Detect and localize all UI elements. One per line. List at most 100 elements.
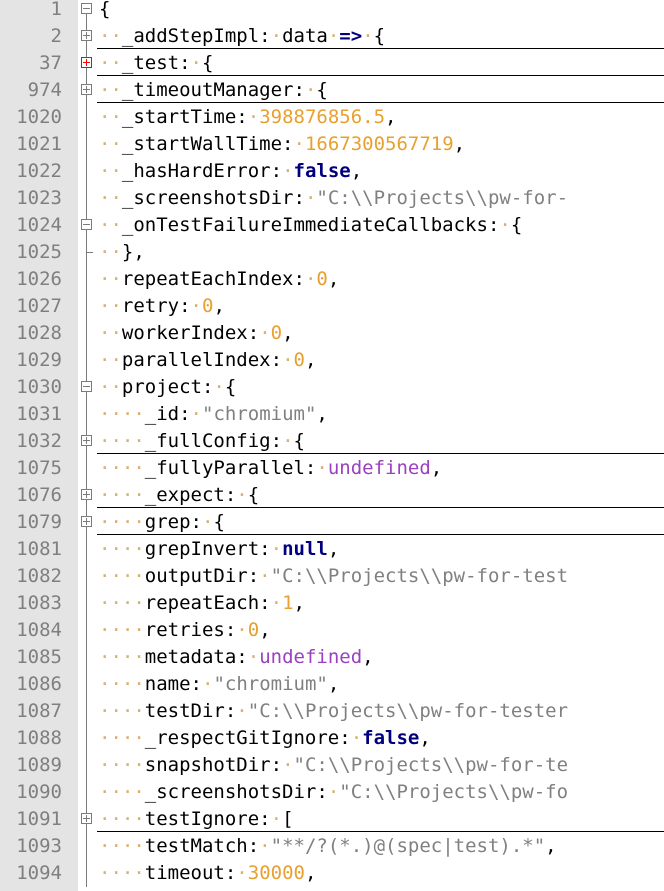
code-line[interactable]: 1090 ····_screenshotsDir:·"C:\\Projects\\… xyxy=(0,779,664,806)
code-token: _timeoutManager xyxy=(121,79,294,101)
code-line[interactable]: 1089 ····snapshotDir:·"C:\\Projects\\pw-f… xyxy=(0,752,664,779)
code-line[interactable]: 1021 ··_startWallTime:·1667300567719, xyxy=(0,131,664,158)
indent-whitespace: ···· xyxy=(99,673,145,695)
fold-expand-icon[interactable] xyxy=(81,30,92,41)
indent-whitespace: ·· xyxy=(99,160,122,182)
code-token: : xyxy=(190,673,202,695)
code-line[interactable]: 1093 ····testMatch:·"**/?(*.)@(spec|test)… xyxy=(0,833,664,860)
code-line[interactable]: 1025 ··}, xyxy=(0,239,664,266)
code-line[interactable]: 1020 ··_startTime:·398876856.5, xyxy=(0,104,664,131)
collapsed-fold-line xyxy=(97,75,664,76)
fold-expand-icon[interactable] xyxy=(81,516,92,527)
code-token: , xyxy=(545,835,557,857)
fold-expand-icon[interactable] xyxy=(81,435,92,446)
code-line[interactable]: 1081 ····grepInvert:·null, xyxy=(0,536,664,563)
code-line[interactable]: 1030 ··project:·{ xyxy=(0,374,664,401)
fold-end-tick xyxy=(86,252,93,253)
indent-whitespace: ·· xyxy=(99,322,122,344)
code-line[interactable]: 1022 ··_hasHardError:·false, xyxy=(0,158,664,185)
fold-tree-line xyxy=(86,212,87,219)
code-line[interactable]: 1026 ··repeatEachIndex:·0, xyxy=(0,266,664,293)
fold-tree-line xyxy=(86,77,87,84)
code-token: _fullyParallel xyxy=(144,457,305,479)
code-token: snapshotDir xyxy=(144,754,271,776)
code-token: { xyxy=(224,376,237,398)
code-line[interactable]: 1082 ····outputDir:·"C:\\Projects\\pw-for… xyxy=(0,563,664,590)
line-number: 1025 xyxy=(16,241,62,263)
code-line[interactable]: 1024 ··_onTestFailureImmediateCallbacks:·… xyxy=(0,212,664,239)
fold-collapse-icon[interactable] xyxy=(81,381,92,392)
fold-tree-line xyxy=(86,158,87,185)
fold-collapse-icon[interactable] xyxy=(81,3,92,14)
fold-expand-icon[interactable] xyxy=(81,489,92,500)
code-line[interactable]: 1091 ····testIgnore:·[ xyxy=(0,806,664,833)
code-line[interactable]: 1088 ····_respectGitIgnore:·false, xyxy=(0,725,664,752)
indent-whitespace: ·· xyxy=(99,52,122,74)
code-line[interactable]: 1083 ····repeatEach:·1, xyxy=(0,590,664,617)
code-line[interactable]: 1023 ··_screenshotsDir:·"C:\\Projects\\pw… xyxy=(0,185,664,212)
fold-expand-icon[interactable] xyxy=(81,84,92,95)
fold-tree-line xyxy=(86,23,87,30)
indent-whitespace: ·· xyxy=(99,376,122,398)
indent-whitespace: ···· xyxy=(99,646,145,668)
code-text: ····retries:·0, xyxy=(99,617,271,644)
code-line[interactable]: 2 ··_addStepImpl:·data·=>·{ xyxy=(0,23,664,50)
fold-expand-icon[interactable] xyxy=(81,57,92,68)
code-token: workerIndex xyxy=(121,322,248,344)
code-token: "C:\\Projects\\pw-for-test xyxy=(270,565,569,587)
code-text: ····snapshotDir:·"C:\\Projects\\pw-for-t… xyxy=(99,752,568,779)
code-token: _test xyxy=(121,52,180,74)
code-token: 30000 xyxy=(247,862,305,884)
line-number: 1090 xyxy=(16,781,62,803)
fold-expand-icon[interactable] xyxy=(81,813,92,824)
indent-whitespace: ·· xyxy=(99,214,122,236)
code-token: }, xyxy=(121,241,145,263)
code-token: 0 xyxy=(293,349,305,371)
fold-tree-line xyxy=(86,644,87,671)
code-line[interactable]: 1087 ····testDir:·"C:\\Projects\\pw-for-t… xyxy=(0,698,664,725)
fold-collapse-icon[interactable] xyxy=(81,219,92,230)
code-line[interactable]: 37 ··_test:·{ xyxy=(0,50,664,77)
code-token: , xyxy=(282,322,294,344)
code-editor[interactable]: 1{2 ··_addStepImpl:·data·=>·{37 ··_test:·{… xyxy=(0,0,664,891)
code-line[interactable]: 1086 ····name:·"chromium", xyxy=(0,671,664,698)
code-token: _screenshotsDir xyxy=(144,781,317,803)
fold-tree-line xyxy=(86,455,87,482)
code-line[interactable]: 1031 ····_id:·"chromium", xyxy=(0,401,664,428)
line-number: 1087 xyxy=(16,700,62,722)
code-token: undefined xyxy=(259,646,363,668)
code-line[interactable]: 1{ xyxy=(0,0,664,23)
code-token: outputDir xyxy=(144,565,248,587)
code-line[interactable]: 1076 ····_expect:·{ xyxy=(0,482,664,509)
collapsed-fold-line xyxy=(97,453,664,454)
code-token: · xyxy=(282,754,294,776)
code-token: testDir xyxy=(144,700,225,722)
code-line[interactable]: 1027 ··retry:·0, xyxy=(0,293,664,320)
code-text: ··repeatEachIndex:·0, xyxy=(99,266,339,293)
code-token: _id xyxy=(144,403,180,425)
line-number: 1088 xyxy=(16,727,62,749)
code-line[interactable]: 1084 ····retries:·0, xyxy=(0,617,664,644)
code-token: : xyxy=(270,430,283,452)
code-line[interactable]: 1029 ··parallelIndex:·0, xyxy=(0,347,664,374)
code-line[interactable]: 1032 ····_fullConfig:·{ xyxy=(0,428,664,455)
code-line[interactable]: 1028 ··workerIndex:·0, xyxy=(0,320,664,347)
indent-whitespace: ···· xyxy=(99,484,145,506)
line-number: 1079 xyxy=(16,511,62,533)
line-number: 1 xyxy=(50,0,62,20)
code-line[interactable]: 1094 ····timeout:·30000, xyxy=(0,860,664,887)
code-token: : xyxy=(236,646,248,668)
code-line[interactable]: 1085 ····metadata:·undefined, xyxy=(0,644,664,671)
code-line[interactable]: 974 ··_timeoutManager:·{ xyxy=(0,77,664,104)
line-number: 1093 xyxy=(16,835,62,857)
code-line[interactable]: 1075 ····_fullyParallel:·undefined, xyxy=(0,455,664,482)
code-token: , xyxy=(259,619,271,641)
fold-tree-line xyxy=(86,347,87,374)
code-token: : xyxy=(179,403,191,425)
code-line[interactable]: 1079 ····grep:·{ xyxy=(0,509,664,536)
line-number: 1031 xyxy=(16,403,62,425)
code-token: { xyxy=(247,484,260,506)
code-text: ··_onTestFailureImmediateCallbacks:·{ xyxy=(99,212,522,239)
code-token: 398876856.5 xyxy=(259,106,386,128)
code-token: _startTime xyxy=(121,106,237,128)
